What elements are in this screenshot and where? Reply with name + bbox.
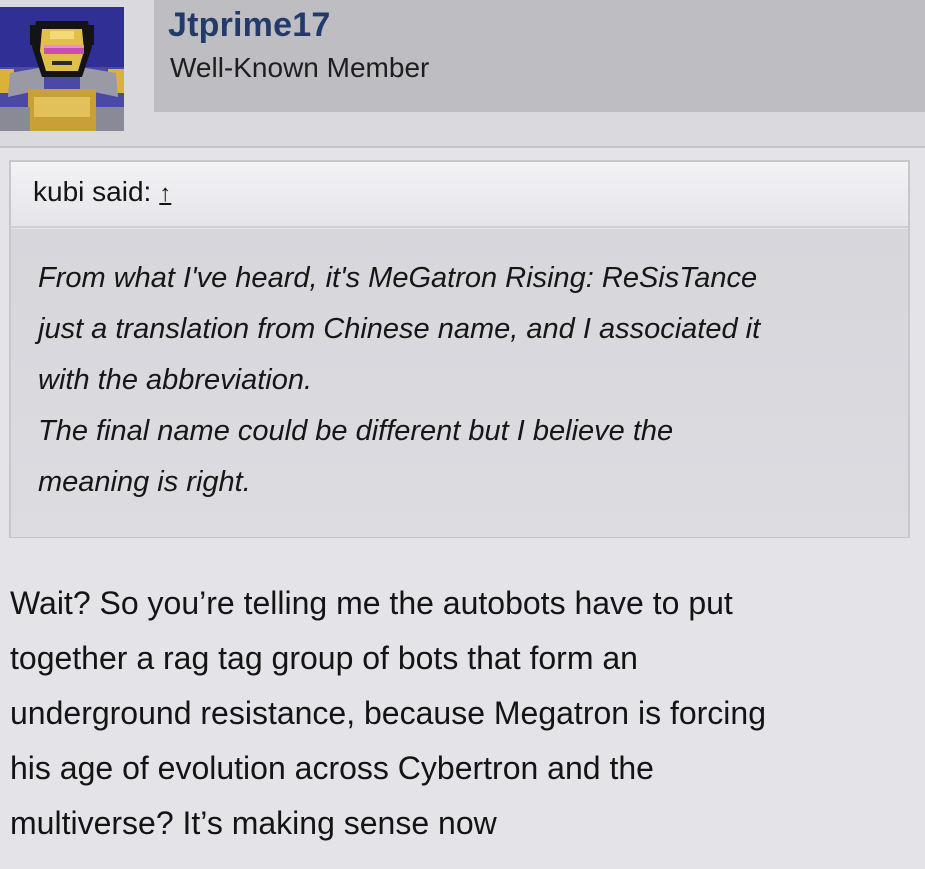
user-title: Well-Known Member: [170, 52, 430, 83]
quote-line: just a translation from Chinese name, an…: [38, 313, 761, 345]
transformer-robot-avatar-icon: [0, 7, 124, 131]
user-info: Jtprime17 Well-Known Member: [154, 0, 925, 112]
quote-body: From what I've heard, it's MeGatron Risi…: [11, 228, 908, 537]
quote-line: The final name could be different but I …: [38, 415, 674, 447]
message-line: multiverse? It’s making sense now: [10, 805, 497, 841]
message-line: his age of evolution across Cybertron an…: [10, 750, 654, 786]
jump-to-quote-icon[interactable]: ↑: [159, 180, 171, 207]
message-line: underground resistance, because Megatron…: [10, 695, 766, 731]
message-line: together a rag tag group of bots that fo…: [10, 640, 638, 676]
quote-attribution: kubi said: ↑: [33, 176, 171, 208]
quote-author-label: kubi said:: [33, 176, 152, 207]
quote-header: kubi said: ↑: [11, 162, 908, 228]
quote-line: From what I've heard, it's MeGatron Risi…: [38, 262, 758, 294]
username-link[interactable]: Jtprime17: [168, 6, 330, 45]
user-avatar[interactable]: [0, 7, 124, 131]
quote-text: From what I've heard, it's MeGatron Risi…: [38, 253, 888, 508]
quote-line: with the abbreviation.: [38, 364, 313, 396]
post-message: Wait? So you’re telling me the autobots …: [10, 576, 915, 851]
avatar-frame: [124, 0, 154, 146]
post-header: Jtprime17 Well-Known Member: [0, 0, 925, 148]
quote-line: meaning is right.: [38, 466, 251, 498]
quote-block: kubi said: ↑ From what I've heard, it's M…: [9, 160, 910, 538]
message-line: Wait? So you’re telling me the autobots …: [10, 585, 733, 621]
